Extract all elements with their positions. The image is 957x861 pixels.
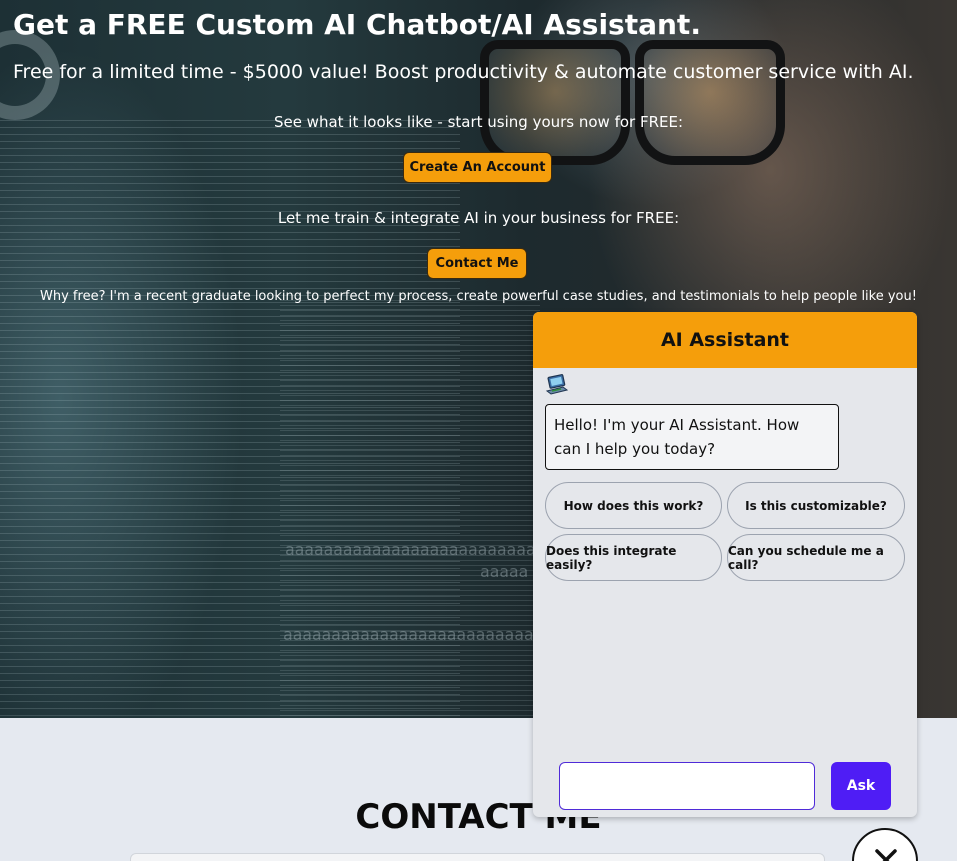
why-free-text: Why free? I'm a recent graduate looking … (40, 289, 917, 304)
assistant-greeting-message: Hello! I'm your AI Assistant. How can I … (545, 404, 839, 470)
chat-widget: AI Assistant Hello! I'm your AI Assistan… (533, 312, 917, 817)
see-it-text: See what it looks like - start using you… (273, 113, 684, 131)
contact-me-button[interactable]: Contact Me (427, 248, 527, 279)
suggestion-chip[interactable]: Is this customizable? (727, 482, 905, 529)
background-code-text: aaaaa (480, 562, 529, 581)
train-text: Let me train & integrate AI in your busi… (277, 209, 680, 227)
create-account-button[interactable]: Create An Account (403, 152, 552, 183)
hero-title: Get a FREE Custom AI Chatbot/AI Assistan… (13, 8, 701, 41)
close-icon (875, 849, 897, 861)
contact-form-field[interactable] (130, 853, 825, 861)
chat-message-input[interactable] (559, 762, 815, 810)
laptop-icon (545, 374, 569, 396)
hero-subtitle: Free for a limited time - $5000 value! B… (13, 61, 914, 83)
background-photo-glasses (480, 40, 785, 170)
suggestion-chip[interactable]: Does this integrate easily? (545, 534, 722, 581)
background-code-text: aaaaaaaaaaaaaaaaaaaaaaaaaaaaa (285, 540, 565, 559)
background-code-texture (280, 300, 540, 718)
suggestion-chip[interactable]: How does this work? (545, 482, 722, 529)
chat-header: AI Assistant (533, 312, 917, 368)
ask-button[interactable]: Ask (831, 762, 891, 810)
suggestion-chip[interactable]: Can you schedule me a call? (727, 534, 905, 581)
